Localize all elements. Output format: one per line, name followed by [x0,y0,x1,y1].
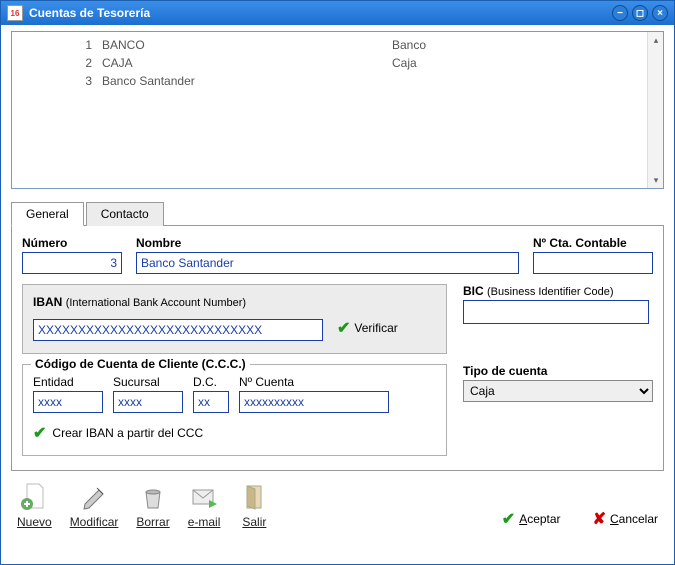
numero-input[interactable] [22,252,122,274]
nombre-input[interactable] [136,252,519,274]
list-item[interactable]: 3 Banco Santander [12,72,663,90]
iban-input[interactable] [33,319,323,341]
bic-sublabel: (Business Identifier Code) [487,286,614,298]
check-icon: ✔ [33,423,46,443]
maximize-button[interactable]: ◻ [632,5,648,21]
verify-iban-button[interactable]: ✔ Verificar [331,315,404,341]
nombre-label: Nombre [136,236,519,250]
ccc-legend: Código de Cuenta de Cliente (C.C.C.) [31,357,250,371]
scrollbar[interactable]: ▴ ▾ [647,32,663,188]
dc-label: D.C. [193,375,229,389]
edit-icon [78,481,110,513]
modificar-button[interactable]: Modificar [70,481,119,529]
window-title: Cuentas de Tesorería [29,6,608,20]
sucursal-input[interactable] [113,391,183,413]
tipo-cuenta-field: Tipo de cuenta Caja [463,364,653,402]
tab-panel-general: Número Nombre Nº Cta. Contable IBAN (Int… [11,225,664,471]
cancelar-button[interactable]: ✘ Cancelar [593,509,658,529]
close-button[interactable]: × [652,5,668,21]
scroll-down-icon[interactable]: ▾ [648,172,664,188]
check-icon: ✔ [337,318,350,338]
new-icon [18,481,50,513]
content-area: 1 BANCO Banco 2 CAJA Caja 3 Banco Santan… [1,25,674,564]
window: 16 Cuentas de Tesorería − ◻ × 1 BANCO Ba… [0,0,675,565]
bottom-toolbar: Nuevo Modificar Borrar e-mail [11,481,664,529]
tipo-cuenta-select[interactable]: Caja [463,380,653,402]
email-button[interactable]: e-mail [188,481,221,529]
cta-contable-label: Nº Cta. Contable [533,236,653,250]
entidad-label: Entidad [33,375,103,389]
cta-contable-input[interactable] [533,252,653,274]
iban-label: IBAN [33,295,62,309]
trash-icon [137,481,169,513]
check-icon: ✔ [502,509,515,529]
app-icon: 16 [7,5,23,21]
accounts-list[interactable]: 1 BANCO Banco 2 CAJA Caja 3 Banco Santan… [11,31,664,189]
minimize-button[interactable]: − [612,5,628,21]
salir-button[interactable]: Salir [238,481,270,529]
numero-label: Número [22,236,122,250]
bic-group: BIC (Business Identifier Code) [463,284,653,354]
list-item[interactable]: 1 BANCO Banco [12,36,663,54]
ncuenta-input[interactable] [239,391,389,413]
nuevo-button[interactable]: Nuevo [17,481,52,529]
tab-strip: General Contacto [11,201,664,225]
tab-contacto[interactable]: Contacto [86,202,164,226]
aceptar-button[interactable]: ✔ Aceptar [502,509,561,529]
cta-contable-field: Nº Cta. Contable [533,236,653,274]
list-item[interactable]: 2 CAJA Caja [12,54,663,72]
create-iban-button[interactable]: ✔ Crear IBAN a partir del CCC [33,423,436,443]
bic-input[interactable] [463,300,649,324]
titlebar: 16 Cuentas de Tesorería − ◻ × [1,1,674,25]
ncuenta-label: Nº Cuenta [239,375,389,389]
bic-label: BIC [463,284,484,298]
iban-group: IBAN (International Bank Account Number)… [22,284,447,354]
tab-general[interactable]: General [11,202,84,226]
ccc-group: Código de Cuenta de Cliente (C.C.C.) Ent… [22,364,447,456]
numero-field: Número [22,236,122,274]
email-icon [188,481,220,513]
exit-icon [238,481,270,513]
nombre-field: Nombre [136,236,519,274]
cancel-icon: ✘ [593,509,606,529]
iban-sublabel: (International Bank Account Number) [66,297,246,309]
entidad-input[interactable] [33,391,103,413]
borrar-button[interactable]: Borrar [136,481,169,529]
sucursal-label: Sucursal [113,375,183,389]
tipo-cuenta-label: Tipo de cuenta [463,364,653,378]
scroll-up-icon[interactable]: ▴ [648,32,664,48]
dc-input[interactable] [193,391,229,413]
